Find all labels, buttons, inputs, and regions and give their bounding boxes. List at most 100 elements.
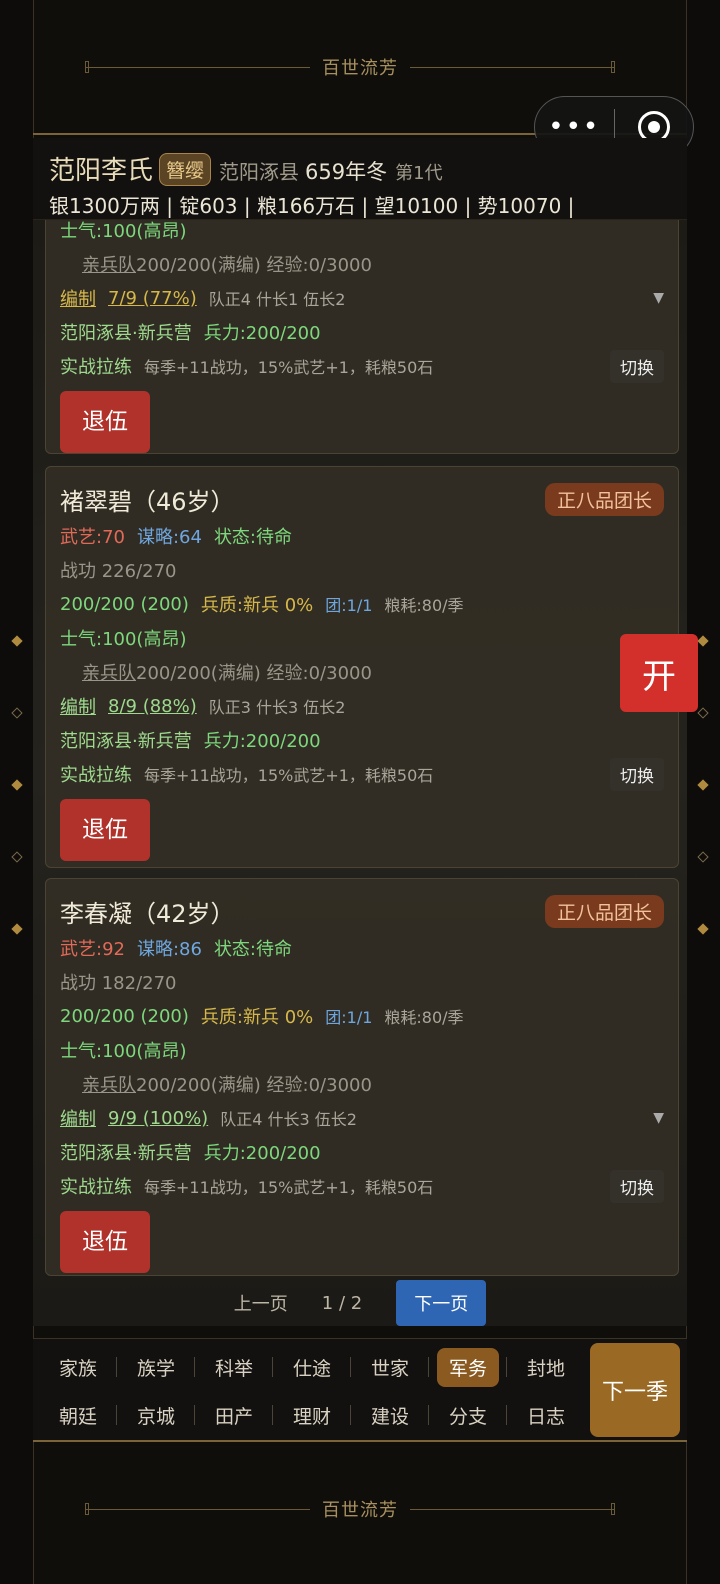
nav-item-label: 京城 (136, 1405, 175, 1428)
quality-text: 兵质:新兵 0% (200, 1007, 314, 1028)
banner-title: 百世流芳 (310, 53, 410, 80)
pagination: 上一页 1 / 2 下一页 (33, 1280, 687, 1326)
banner-title: 百世流芳 (310, 1495, 410, 1522)
regiment-text: 团:1/1 (325, 596, 373, 615)
switch-button[interactable]: 切换 (610, 349, 664, 383)
clan-badge: 簪缨 (159, 153, 212, 186)
drill-detail: 每季+11战功，15%武艺+1，耗粮50石 (144, 1178, 434, 1197)
switch-button[interactable]: 切换 (610, 1169, 664, 1203)
retire-button[interactable]: 退伍 (60, 1211, 150, 1273)
regiment-text: 团:1/1 (325, 1008, 373, 1027)
nav-item-label: 分支 (448, 1405, 487, 1428)
nav-item[interactable]: 理财 (273, 1391, 351, 1439)
nav-item-label: 封地 (526, 1357, 565, 1380)
guard-link[interactable]: 亲兵队 (82, 251, 136, 277)
diamond-ornament-icon (697, 851, 709, 863)
nav-item-label: 仕途 (292, 1357, 331, 1380)
nav-item[interactable]: 分支 (429, 1391, 507, 1439)
diamond-ornament-icon (11, 707, 23, 719)
commander-name: 李春凝（42岁） (60, 899, 235, 928)
morale-text: 士气:100(高昂) (60, 629, 187, 650)
next-page-button[interactable]: 下一页 (396, 1280, 487, 1326)
strategy-stat: 谋略:86 (136, 939, 202, 960)
guard-value: 200/200(满编) 经验:0/3000 (136, 1075, 372, 1096)
military-list[interactable]: 士气:100(高昂) 亲兵队 200/200(满编) 经验:0/3000 编制 … (33, 220, 687, 1326)
org-value[interactable]: 7/9 (77%) (108, 288, 197, 309)
org-link[interactable]: 编制 (60, 1105, 96, 1131)
guard-link[interactable]: 亲兵队 (82, 1071, 136, 1097)
commander-card: 褚翠碧（46岁） 正八品团长 武艺:70 谋略:64 状态:待命 战功 226/… (45, 466, 679, 868)
org-value[interactable]: 9/9 (100%) (108, 1108, 208, 1129)
nav-item-label: 田产 (214, 1405, 253, 1428)
nav-item-label: 日志 (526, 1405, 565, 1428)
bottom-nav: 家族 族学 科举 仕途 世家 军务 封地朝廷 京城 田产 理财 建设 分支 日志 下一季 (33, 1338, 687, 1440)
quality-text: 兵质:新兵 0% (200, 595, 314, 616)
strength-text: 兵力:200/200 (203, 323, 321, 344)
diamond-ornament-icon (697, 923, 709, 935)
guard-value: 200/200(满编) 经验:0/3000 (136, 663, 372, 684)
retire-button[interactable]: 退伍 (60, 391, 150, 453)
diamond-ornament-icon (697, 635, 709, 647)
nav-item[interactable]: 族学 (117, 1343, 195, 1391)
org-value[interactable]: 8/9 (88%) (108, 696, 197, 717)
diamond-ornament-icon (11, 635, 23, 647)
strength-text: 兵力:200/200 (203, 1143, 321, 1164)
nav-item[interactable]: 京城 (117, 1391, 195, 1439)
nav-item[interactable]: 日志 (507, 1391, 585, 1439)
nav-item[interactable]: 田产 (195, 1391, 273, 1439)
open-button[interactable]: 开 (620, 634, 698, 712)
drill-label: 实战拉练 (60, 1177, 132, 1198)
diamond-ornament-icon (11, 923, 23, 935)
resource-stats: 银1300万两 | 锭603 | 粮166万石 | 望10100 | 势1007… (49, 194, 575, 218)
expand-arrow-icon[interactable]: ▼ (653, 290, 664, 306)
nav-item-label: 理财 (292, 1405, 331, 1428)
nav-item[interactable]: 建设 (351, 1391, 429, 1439)
diamond-ornament-icon (697, 779, 709, 791)
drill-label: 实战拉练 (60, 357, 132, 378)
bottom-banner: 百世流芳 (33, 1440, 687, 1575)
nav-item[interactable]: 封地 (507, 1343, 585, 1391)
rank-badge: 正八品团长 (544, 482, 664, 516)
morale-text: 士气:100(高昂) (60, 221, 187, 242)
troops-text: 200/200 (200) (60, 1005, 189, 1027)
org-link[interactable]: 编制 (60, 693, 96, 719)
clan-header: 范阳李氏 簪缨 范阳涿县 659年冬 第1代 银1300万两 | 锭603 | … (33, 138, 687, 220)
expand-arrow-icon[interactable]: ▼ (653, 1110, 664, 1126)
camp-location: 范阳涿县·新兵营 (60, 323, 192, 344)
martial-stat: 武艺:92 (60, 939, 125, 960)
nav-item[interactable]: 家族 (39, 1343, 117, 1391)
nav-item-label: 朝廷 (58, 1405, 97, 1428)
more-icon[interactable]: ••• (535, 114, 614, 140)
next-season-button[interactable]: 下一季 (590, 1343, 680, 1437)
switch-button[interactable]: 切换 (610, 757, 664, 791)
org-link[interactable]: 编制 (60, 285, 96, 311)
org-detail: 队正4 什长3 伍长2 (220, 1110, 357, 1129)
nav-item[interactable]: 军务 (429, 1343, 507, 1391)
rank-badge: 正八品团长 (544, 894, 664, 928)
nav-item-label: 军务 (436, 1347, 499, 1387)
diamond-ornament-icon (11, 851, 23, 863)
camp-location: 范阳涿县·新兵营 (60, 731, 192, 752)
retire-button[interactable]: 退伍 (60, 799, 150, 861)
diamond-ornament-icon (697, 707, 709, 719)
nav-item[interactable]: 仕途 (273, 1343, 351, 1391)
nav-item[interactable]: 朝廷 (39, 1391, 117, 1439)
commander-card: 李春凝（42岁） 正八品团长 武艺:92 谋略:86 状态:待命 战功 182/… (45, 878, 679, 1276)
prev-page-button[interactable]: 上一页 (234, 1290, 288, 1316)
drill-label: 实战拉练 (60, 765, 132, 786)
nav-item-label: 家族 (58, 1357, 97, 1380)
commander-name: 褚翠碧（46岁） (60, 487, 235, 516)
guard-value: 200/200(满编) 经验:0/3000 (136, 255, 372, 276)
nav-item[interactable]: 科举 (195, 1343, 273, 1391)
clan-name: 范阳李氏 (49, 156, 154, 186)
clan-year: 659年冬 (305, 160, 388, 184)
guard-link[interactable]: 亲兵队 (82, 659, 136, 685)
merit-text: 战功 182/270 (60, 973, 177, 994)
org-detail: 队正4 什长1 伍长2 (208, 290, 346, 309)
strength-text: 兵力:200/200 (203, 731, 321, 752)
nav-item-label: 族学 (136, 1357, 175, 1380)
clan-generation: 第1代 (395, 163, 443, 184)
drill-detail: 每季+11战功，15%武艺+1，耗粮50石 (144, 358, 434, 377)
merit-text: 战功 226/270 (60, 561, 177, 582)
nav-item[interactable]: 世家 (351, 1343, 429, 1391)
